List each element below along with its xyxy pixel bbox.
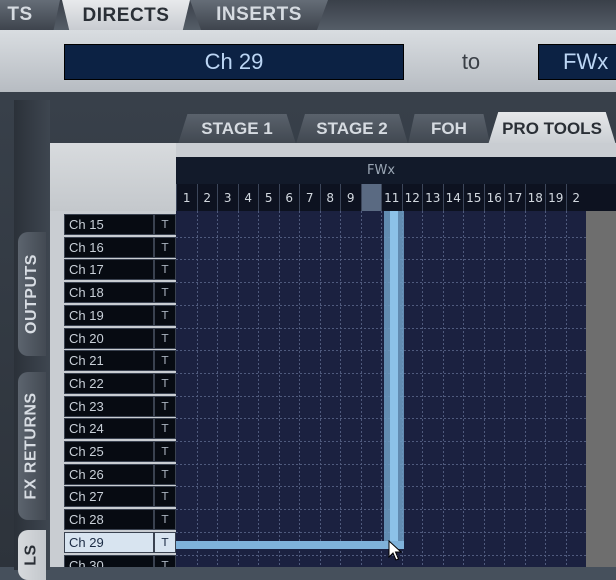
tab-pro-tools[interactable]: PRO TOOLS <box>488 112 616 145</box>
row-tag[interactable]: T <box>154 418 176 439</box>
column-header[interactable]: 16 <box>483 184 505 211</box>
row-label[interactable]: Ch 22 <box>64 373 154 394</box>
tab-outputs-label: OUTPUTS <box>23 254 41 334</box>
row-label[interactable]: Ch 25 <box>64 441 154 462</box>
row-label[interactable]: Ch 30 <box>64 555 154 567</box>
row-tag[interactable]: T <box>154 328 176 349</box>
column-header[interactable]: 13 <box>422 184 443 211</box>
row-tag[interactable]: T <box>154 486 176 507</box>
tab-directs[interactable]: DIRECTS <box>62 0 190 32</box>
row-label[interactable]: Ch 28 <box>64 509 154 530</box>
tab-outputs-partial[interactable]: TS <box>0 0 60 30</box>
column-header[interactable]: 12 <box>401 184 423 211</box>
column-number-row: 1 2 3 4 5 6 7 8 9 11 12 13 14 15 16 17 18 19 2 <box>176 184 616 211</box>
column-group-header: FWx <box>176 157 586 184</box>
row-label[interactable]: Ch 19 <box>64 305 154 326</box>
row-tag[interactable]: T <box>154 237 176 258</box>
tab-channels-label: LS <box>22 544 40 566</box>
grid-column-line <box>238 211 239 567</box>
column-header[interactable]: 17 <box>504 184 525 211</box>
column-header[interactable]: 8 <box>319 184 341 211</box>
row-tag[interactable]: T <box>154 509 176 530</box>
tab-outputs[interactable]: OUTPUTS <box>18 232 46 356</box>
tab-stage-2[interactable]: STAGE 2 <box>296 114 408 144</box>
tab-stage-1[interactable]: STAGE 1 <box>178 114 296 144</box>
column-header[interactable]: 18 <box>524 184 546 211</box>
column-header[interactable]: 15 <box>463 184 484 211</box>
grid-column-line <box>484 211 485 567</box>
row-label[interactable]: Ch 23 <box>64 396 154 417</box>
row-label[interactable]: Ch 16 <box>64 237 154 258</box>
column-group-header-next <box>586 157 616 184</box>
grid-column-line <box>361 211 362 567</box>
grid-column-line <box>279 211 280 567</box>
grid-column-line <box>525 211 526 567</box>
row-tag[interactable]: T <box>154 259 176 280</box>
row-tag[interactable]: T <box>154 305 176 326</box>
row-tag[interactable]: T <box>154 396 176 417</box>
column-header[interactable]: 5 <box>258 184 279 211</box>
row-label[interactable]: Ch 29 <box>64 532 154 553</box>
column-header[interactable]: 4 <box>237 184 259 211</box>
mouse-pointer-icon <box>388 540 402 561</box>
grid-column-line <box>217 211 218 567</box>
column-header[interactable]: 19 <box>545 184 566 211</box>
row-tag[interactable]: T <box>154 214 176 235</box>
patch-selection-strip: Ch 29 to FWx <box>0 30 616 92</box>
column-header[interactable]: 9 <box>340 184 361 211</box>
grid-offscreen-columns <box>586 211 616 567</box>
grid-column-line <box>422 211 423 567</box>
grid-column-line <box>340 211 341 567</box>
grid-column-line <box>299 211 300 567</box>
row-tag[interactable]: T <box>154 464 176 485</box>
row-label[interactable]: Ch 27 <box>64 486 154 507</box>
selected-column-highlight-inner <box>390 211 398 549</box>
column-header[interactable]: 2 <box>565 184 587 211</box>
row-tag[interactable]: T <box>154 532 176 553</box>
row-tag[interactable]: T <box>154 555 176 567</box>
grid-column-line <box>463 211 464 567</box>
grid-column-line <box>504 211 505 567</box>
row-tag[interactable]: T <box>154 441 176 462</box>
grid-corner <box>50 143 176 211</box>
column-header[interactable]: 6 <box>278 184 300 211</box>
column-header[interactable]: 3 <box>217 184 238 211</box>
grid-column-line <box>258 211 259 567</box>
row-label[interactable]: Ch 26 <box>64 464 154 485</box>
row-label[interactable]: Ch 15 <box>64 214 154 235</box>
column-header[interactable] <box>360 184 381 211</box>
column-header[interactable]: 11 <box>381 184 402 211</box>
column-header[interactable]: 7 <box>299 184 320 211</box>
tab-foh[interactable]: FOH <box>408 114 490 144</box>
source-label: Ch 29 <box>204 49 264 74</box>
row-label[interactable]: Ch 20 <box>64 328 154 349</box>
row-tag[interactable]: T <box>154 350 176 371</box>
column-header[interactable]: 1 <box>176 184 197 211</box>
to-label: to <box>461 49 481 74</box>
grid-column-line <box>320 211 321 567</box>
grid-column-line <box>381 211 382 567</box>
grid-column-line <box>545 211 546 567</box>
grid-column-line <box>197 211 198 567</box>
column-header[interactable]: 2 <box>196 184 218 211</box>
row-tag[interactable]: T <box>154 373 176 394</box>
tab-fx-returns-label: FX RETURNS <box>23 392 41 500</box>
column-header[interactable]: 14 <box>442 184 464 211</box>
destination-display: FWx <box>538 44 616 80</box>
row-label[interactable]: Ch 24 <box>64 418 154 439</box>
row-label[interactable]: Ch 17 <box>64 259 154 280</box>
row-label-list: Ch 15 T Ch 16 T Ch 17 T Ch 18 T Ch 19 T Ch 20 T Ch 2… <box>64 214 176 567</box>
selected-row-highlight <box>176 541 404 549</box>
grid-column-line <box>566 211 567 567</box>
tab-fx-returns[interactable]: FX RETURNS <box>18 372 46 520</box>
grid-column-line <box>443 211 444 567</box>
patch-grid[interactable] <box>176 211 586 567</box>
source-display: Ch 29 <box>64 44 404 80</box>
destination-label: FWx <box>563 49 609 74</box>
tab-inserts[interactable]: INSERTS <box>190 0 328 30</box>
tab-channels[interactable]: LS <box>18 530 46 580</box>
row-label[interactable]: Ch 21 <box>64 350 154 371</box>
row-tag[interactable]: T <box>154 282 176 303</box>
row-label[interactable]: Ch 18 <box>64 282 154 303</box>
